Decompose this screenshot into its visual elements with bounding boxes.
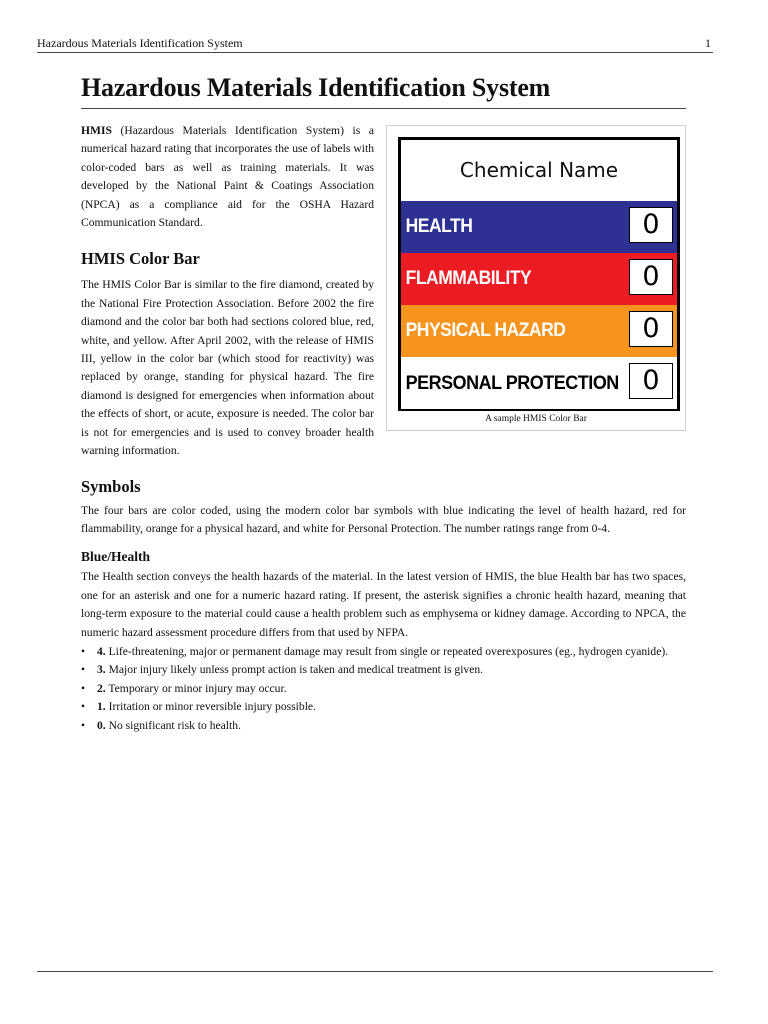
flammability-bar: FLAMMABILITY 0 <box>401 253 677 305</box>
footer-rule <box>37 971 713 972</box>
list-item: 3. Major injury likely unless prompt act… <box>81 661 686 680</box>
level-number: 3. <box>97 663 106 677</box>
flammability-rating: 0 <box>629 259 673 295</box>
section-heading-symbols: Symbols <box>81 476 141 496</box>
level-number: 0. <box>97 718 106 732</box>
blue-health-paragraph: The Health section conveys the health ha… <box>81 570 686 639</box>
running-header: Hazardous Materials Identification Syste… <box>37 36 713 53</box>
intro-bold-term: HMIS <box>81 124 112 137</box>
hmis-color-bar-label: Chemical Name HEALTH 0 FLAMMABILITY 0 PH… <box>398 137 680 411</box>
chemical-name: Chemical Name <box>459 158 619 182</box>
level-text: Irritation or minor reversible injury po… <box>105 700 316 714</box>
section-heading-blue-health: Blue/Health <box>81 549 151 565</box>
physical-hazard-bar: PHYSICAL HAZARD 0 <box>401 305 677 357</box>
figure-caption: A sample HMIS Color Bar <box>485 414 587 424</box>
personal-protection-bar-label: PERSONAL PROTECTION <box>405 371 620 394</box>
physical-hazard-bar-label: PHYSICAL HAZARD <box>405 319 566 341</box>
level-text: Life-threatening, major or permanent dam… <box>105 644 669 658</box>
level-text: Major injury likely unless prompt action… <box>105 663 484 677</box>
health-levels-list: 4. Life-threatening, major or permanent … <box>81 643 686 735</box>
health-bar: HEALTH 0 <box>401 201 677 253</box>
flammability-bar-label: FLAMMABILITY <box>405 267 532 289</box>
list-item: 4. Life-threatening, major or permanent … <box>81 643 686 662</box>
level-text: No significant risk to health. <box>105 718 241 732</box>
list-item: 0. No significant risk to health. <box>81 717 686 736</box>
symbols-paragraph: The four bars are color coded, using the… <box>81 503 686 535</box>
page-title: Hazardous Materials Identification Syste… <box>81 72 686 109</box>
hmis-figure: Chemical Name HEALTH 0 FLAMMABILITY 0 PH… <box>386 125 686 431</box>
article-body: Chemical Name HEALTH 0 FLAMMABILITY 0 PH… <box>81 122 686 735</box>
health-rating: 0 <box>629 207 673 243</box>
personal-protection-rating: 0 <box>629 363 673 399</box>
running-header-title: Hazardous Materials Identification Syste… <box>37 36 243 50</box>
intro-text: (Hazardous Materials Identification Syst… <box>81 124 374 230</box>
level-number: 4. <box>97 644 106 658</box>
physical-hazard-rating: 0 <box>629 311 673 347</box>
page-number: 1 <box>705 36 711 50</box>
list-item: 2. Temporary or minor injury may occur. <box>81 680 686 699</box>
level-number: 2. <box>97 681 106 695</box>
level-number: 1. <box>97 700 106 714</box>
health-bar-label: HEALTH <box>405 215 473 237</box>
list-item: 1. Irritation or minor reversible injury… <box>81 698 686 717</box>
level-text: Temporary or minor injury may occur. <box>105 681 287 695</box>
personal-protection-bar: PERSONAL PROTECTION 0 <box>401 357 677 409</box>
